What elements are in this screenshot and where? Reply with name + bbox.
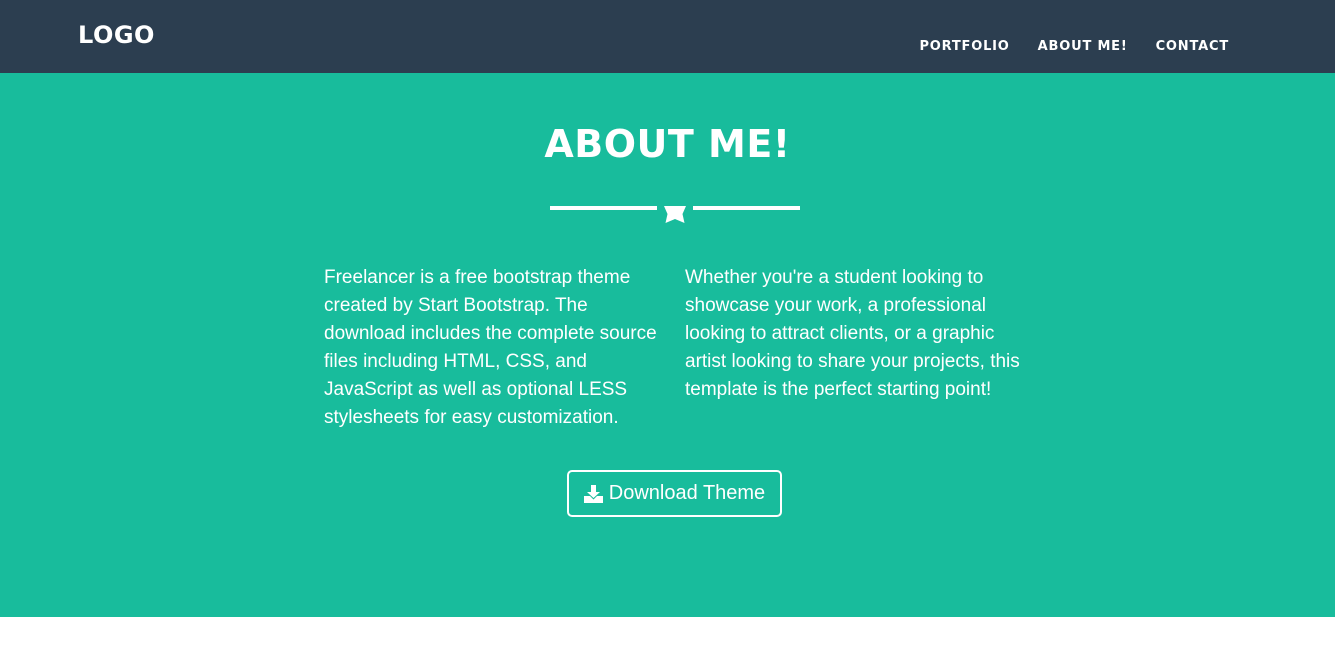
divider-line-right (693, 206, 800, 210)
download-theme-button[interactable]: Download Theme (567, 470, 782, 517)
about-text-right: Whether you're a student looking to show… (685, 267, 1020, 400)
about-section: ABOUT ME! Freelancer is a free bootstrap… (0, 73, 1335, 617)
about-title: ABOUT ME! (544, 122, 791, 166)
navbar: LOGO PORTFOLIO ABOUT ME! CONTACT (0, 0, 1335, 73)
nav-link-contact[interactable]: CONTACT (1156, 38, 1229, 55)
download-icon (583, 484, 603, 503)
nav-link-about[interactable]: ABOUT ME! (1038, 38, 1128, 55)
about-text-left: Freelancer is a free bootstrap theme cre… (324, 267, 657, 428)
download-theme-label: Download Theme (608, 482, 766, 504)
star-icon (664, 206, 686, 223)
nav-link-portfolio[interactable]: PORTFOLIO (919, 38, 1009, 55)
logo[interactable]: LOGO (78, 18, 155, 52)
star-divider (550, 206, 800, 224)
divider-line-left (550, 206, 657, 210)
nav-menu: PORTFOLIO ABOUT ME! CONTACT (919, 38, 1229, 55)
